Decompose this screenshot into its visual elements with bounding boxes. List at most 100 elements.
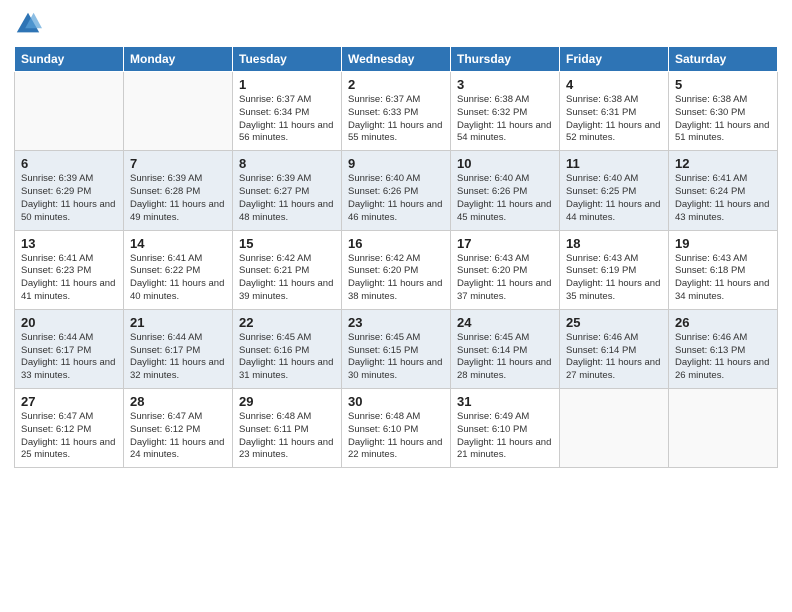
day-number: 17 xyxy=(457,236,553,251)
calendar-header-row: SundayMondayTuesdayWednesdayThursdayFrid… xyxy=(15,47,778,72)
day-info: Sunrise: 6:46 AMSunset: 6:13 PMDaylight:… xyxy=(675,332,771,383)
day-info: Sunrise: 6:47 AMSunset: 6:12 PMDaylight:… xyxy=(130,411,226,462)
day-info: Sunrise: 6:41 AMSunset: 6:22 PMDaylight:… xyxy=(130,253,226,304)
day-info: Sunrise: 6:49 AMSunset: 6:10 PMDaylight:… xyxy=(457,411,553,462)
day-number: 26 xyxy=(675,315,771,330)
day-info: Sunrise: 6:41 AMSunset: 6:24 PMDaylight:… xyxy=(675,173,771,224)
day-number: 10 xyxy=(457,156,553,171)
calendar-table: SundayMondayTuesdayWednesdayThursdayFrid… xyxy=(14,46,778,468)
day-number: 25 xyxy=(566,315,662,330)
calendar-cell: 17 Sunrise: 6:43 AMSunset: 6:20 PMDayligh… xyxy=(451,230,560,309)
day-number: 13 xyxy=(21,236,117,251)
calendar-weekday-sunday: Sunday xyxy=(15,47,124,72)
day-number: 12 xyxy=(675,156,771,171)
calendar-cell: 12 Sunrise: 6:41 AMSunset: 6:24 PMDayligh… xyxy=(669,151,778,230)
logo-icon xyxy=(14,10,42,38)
calendar-cell: 9Sunrise: 6:40 AMSunset: 6:26 PMDaylight… xyxy=(342,151,451,230)
calendar-cell: 19 Sunrise: 6:43 AMSunset: 6:18 PMDayligh… xyxy=(669,230,778,309)
calendar-weekday-wednesday: Wednesday xyxy=(342,47,451,72)
calendar-cell: 20Sunrise: 6:44 AMSunset: 6:17 PMDayligh… xyxy=(15,309,124,388)
calendar-cell: 28 Sunrise: 6:47 AMSunset: 6:12 PMDayligh… xyxy=(124,389,233,468)
calendar-weekday-friday: Friday xyxy=(560,47,669,72)
calendar-cell: 31 Sunrise: 6:49 AMSunset: 6:10 PMDayligh… xyxy=(451,389,560,468)
day-number: 30 xyxy=(348,394,444,409)
calendar-cell: 13 Sunrise: 6:41 AMSunset: 6:23 PMDayligh… xyxy=(15,230,124,309)
calendar-week-row: 1Sunrise: 6:37 AMSunset: 6:34 PMDaylight… xyxy=(15,72,778,151)
day-info: Sunrise: 6:39 AMSunset: 6:29 PMDaylight:… xyxy=(21,173,117,224)
calendar-cell: 2 Sunrise: 6:37 AMSunset: 6:33 PMDaylight… xyxy=(342,72,451,151)
calendar-weekday-thursday: Thursday xyxy=(451,47,560,72)
day-info: Sunrise: 6:45 AMSunset: 6:14 PMDaylight:… xyxy=(457,332,553,383)
day-number: 19 xyxy=(675,236,771,251)
calendar-cell: 21Sunrise: 6:44 AMSunset: 6:17 PMDayligh… xyxy=(124,309,233,388)
calendar-cell: 27 Sunrise: 6:47 AMSunset: 6:12 PMDayligh… xyxy=(15,389,124,468)
calendar-cell: 3 Sunrise: 6:38 AMSunset: 6:32 PMDaylight… xyxy=(451,72,560,151)
calendar-cell xyxy=(560,389,669,468)
header xyxy=(14,10,778,38)
day-number: 2 xyxy=(348,77,444,92)
day-info: Sunrise: 6:42 AMSunset: 6:20 PMDaylight:… xyxy=(348,253,444,304)
day-info: Sunrise: 6:38 AMSunset: 6:30 PMDaylight:… xyxy=(675,94,771,145)
day-info: Sunrise: 6:46 AMSunset: 6:14 PMDaylight:… xyxy=(566,332,662,383)
day-number: 27 xyxy=(21,394,117,409)
day-info: Sunrise: 6:42 AMSunset: 6:21 PMDaylight:… xyxy=(239,253,335,304)
calendar-cell: 23Sunrise: 6:45 AMSunset: 6:15 PMDayligh… xyxy=(342,309,451,388)
day-number: 3 xyxy=(457,77,553,92)
calendar-cell: 24 Sunrise: 6:45 AMSunset: 6:14 PMDayligh… xyxy=(451,309,560,388)
calendar-cell: 7 Sunrise: 6:39 AMSunset: 6:28 PMDaylight… xyxy=(124,151,233,230)
day-number: 4 xyxy=(566,77,662,92)
day-info: Sunrise: 6:40 AMSunset: 6:25 PMDaylight:… xyxy=(566,173,662,224)
day-info: Sunrise: 6:41 AMSunset: 6:23 PMDaylight:… xyxy=(21,253,117,304)
calendar-cell: 26 Sunrise: 6:46 AMSunset: 6:13 PMDayligh… xyxy=(669,309,778,388)
calendar-cell: 5Sunrise: 6:38 AMSunset: 6:30 PMDaylight… xyxy=(669,72,778,151)
calendar-cell xyxy=(15,72,124,151)
calendar-week-row: 20Sunrise: 6:44 AMSunset: 6:17 PMDayligh… xyxy=(15,309,778,388)
day-info: Sunrise: 6:45 AMSunset: 6:15 PMDaylight:… xyxy=(348,332,444,383)
day-info: Sunrise: 6:44 AMSunset: 6:17 PMDaylight:… xyxy=(130,332,226,383)
day-info: Sunrise: 6:38 AMSunset: 6:31 PMDaylight:… xyxy=(566,94,662,145)
day-info: Sunrise: 6:43 AMSunset: 6:19 PMDaylight:… xyxy=(566,253,662,304)
calendar-week-row: 6 Sunrise: 6:39 AMSunset: 6:29 PMDaylight… xyxy=(15,151,778,230)
calendar-weekday-tuesday: Tuesday xyxy=(233,47,342,72)
calendar-week-row: 27 Sunrise: 6:47 AMSunset: 6:12 PMDayligh… xyxy=(15,389,778,468)
calendar-cell: 22Sunrise: 6:45 AMSunset: 6:16 PMDayligh… xyxy=(233,309,342,388)
day-info: Sunrise: 6:44 AMSunset: 6:17 PMDaylight:… xyxy=(21,332,117,383)
calendar-cell: 25 Sunrise: 6:46 AMSunset: 6:14 PMDayligh… xyxy=(560,309,669,388)
day-number: 11 xyxy=(566,156,662,171)
day-info: Sunrise: 6:47 AMSunset: 6:12 PMDaylight:… xyxy=(21,411,117,462)
day-number: 9 xyxy=(348,156,444,171)
day-number: 15 xyxy=(239,236,335,251)
calendar-cell: 15 Sunrise: 6:42 AMSunset: 6:21 PMDayligh… xyxy=(233,230,342,309)
calendar-week-row: 13 Sunrise: 6:41 AMSunset: 6:23 PMDayligh… xyxy=(15,230,778,309)
day-number: 28 xyxy=(130,394,226,409)
day-number: 7 xyxy=(130,156,226,171)
calendar-cell: 8Sunrise: 6:39 AMSunset: 6:27 PMDaylight… xyxy=(233,151,342,230)
calendar-cell: 11 Sunrise: 6:40 AMSunset: 6:25 PMDayligh… xyxy=(560,151,669,230)
calendar-cell: 30 Sunrise: 6:48 AMSunset: 6:10 PMDayligh… xyxy=(342,389,451,468)
calendar-cell: 4 Sunrise: 6:38 AMSunset: 6:31 PMDaylight… xyxy=(560,72,669,151)
calendar-cell: 6 Sunrise: 6:39 AMSunset: 6:29 PMDaylight… xyxy=(15,151,124,230)
day-number: 31 xyxy=(457,394,553,409)
logo xyxy=(14,10,45,38)
day-number: 6 xyxy=(21,156,117,171)
day-number: 8 xyxy=(239,156,335,171)
day-info: Sunrise: 6:43 AMSunset: 6:18 PMDaylight:… xyxy=(675,253,771,304)
day-number: 24 xyxy=(457,315,553,330)
day-info: Sunrise: 6:48 AMSunset: 6:10 PMDaylight:… xyxy=(348,411,444,462)
calendar-cell: 1Sunrise: 6:37 AMSunset: 6:34 PMDaylight… xyxy=(233,72,342,151)
day-number: 16 xyxy=(348,236,444,251)
day-info: Sunrise: 6:40 AMSunset: 6:26 PMDaylight:… xyxy=(457,173,553,224)
day-info: Sunrise: 6:37 AMSunset: 6:33 PMDaylight:… xyxy=(348,94,444,145)
calendar-cell: 16 Sunrise: 6:42 AMSunset: 6:20 PMDayligh… xyxy=(342,230,451,309)
day-info: Sunrise: 6:43 AMSunset: 6:20 PMDaylight:… xyxy=(457,253,553,304)
calendar-cell: 29Sunrise: 6:48 AMSunset: 6:11 PMDayligh… xyxy=(233,389,342,468)
calendar-cell: 10 Sunrise: 6:40 AMSunset: 6:26 PMDayligh… xyxy=(451,151,560,230)
day-info: Sunrise: 6:39 AMSunset: 6:28 PMDaylight:… xyxy=(130,173,226,224)
calendar-weekday-saturday: Saturday xyxy=(669,47,778,72)
calendar-cell xyxy=(669,389,778,468)
day-info: Sunrise: 6:38 AMSunset: 6:32 PMDaylight:… xyxy=(457,94,553,145)
calendar-weekday-monday: Monday xyxy=(124,47,233,72)
day-number: 22 xyxy=(239,315,335,330)
day-number: 14 xyxy=(130,236,226,251)
calendar-cell: 14 Sunrise: 6:41 AMSunset: 6:22 PMDayligh… xyxy=(124,230,233,309)
